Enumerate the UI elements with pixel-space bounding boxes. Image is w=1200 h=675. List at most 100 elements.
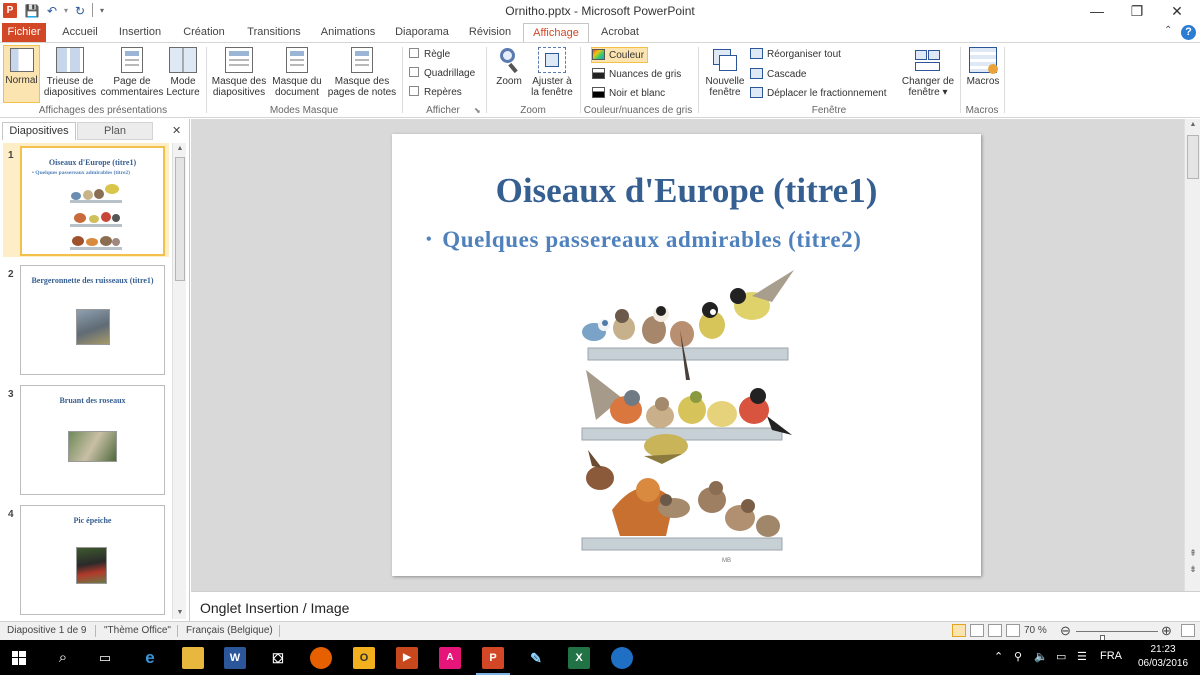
zoom-button[interactable]: Zoom — [491, 45, 527, 103]
battery-icon[interactable]: ▭ — [1056, 650, 1066, 663]
outlook-icon[interactable]: O — [353, 647, 375, 669]
slide-thumbnail-4[interactable]: Pic épeiche — [20, 505, 165, 615]
macros-label: Macros — [966, 76, 1000, 87]
slide-thumbnail-2[interactable]: Bergeronnette des ruisseaux (titre1) — [20, 265, 165, 375]
tab-animations[interactable]: Animations — [316, 23, 380, 43]
task-view-icon[interactable]: ▭ — [94, 647, 116, 669]
grayscale-button[interactable]: Nuances de gris — [592, 67, 681, 83]
theme-name[interactable]: "Thème Office" — [104, 625, 171, 636]
notes-text[interactable]: Onglet Insertion / Image — [200, 600, 349, 616]
color-swatch-icon — [592, 49, 605, 60]
fit-label-2: la fenêtre — [531, 87, 573, 98]
notes-master-button[interactable]: Masque des pages de notes — [326, 45, 398, 103]
tab-acrobat[interactable]: Acrobat — [596, 23, 644, 43]
tab-transitions[interactable]: Transitions — [242, 23, 306, 43]
network-icon[interactable]: ⚲ — [1014, 650, 1022, 663]
show-hidden-icons-icon[interactable]: ⌃ — [994, 650, 1003, 663]
birds-illustration[interactable]: MB — [562, 270, 812, 570]
normal-view-button[interactable]: Normal — [3, 45, 40, 103]
excel-icon[interactable]: X — [568, 647, 590, 669]
slide-master-button[interactable]: Masque des diapositives — [210, 45, 268, 103]
next-slide-icon[interactable]: ⇟ — [1185, 563, 1200, 575]
paint-icon[interactable]: ✎ — [525, 647, 547, 669]
windows-start-icon[interactable] — [12, 651, 26, 665]
acrobat-icon[interactable]: A — [439, 647, 461, 669]
gridlines-checkbox[interactable]: Quadrillage — [409, 67, 475, 81]
dialog-launcher-icon[interactable]: ⬊ — [474, 106, 481, 115]
zoom-percentage[interactable]: 70 % — [1024, 625, 1047, 636]
zoom-in-icon[interactable]: ⊕ — [1161, 623, 1172, 639]
group-label-window: Fenêtre — [811, 105, 847, 116]
volume-icon[interactable]: 🔈 — [1034, 650, 1048, 663]
tab-creation[interactable]: Création — [178, 23, 230, 43]
powerpoint-icon[interactable]: P — [482, 647, 504, 669]
scroll-up-arrow-icon[interactable]: ▲ — [1185, 119, 1200, 131]
move-split-button[interactable]: Déplacer le fractionnement — [750, 86, 887, 102]
tab-fichier[interactable]: Fichier — [2, 23, 46, 43]
reading-view-button[interactable]: Mode Lecture — [165, 45, 201, 103]
tab-accueil[interactable]: Accueil — [56, 23, 104, 43]
fit-slide-status-icon[interactable] — [1181, 624, 1195, 637]
handout-master-icon — [286, 47, 308, 73]
slide-canvas[interactable]: Oiseaux d'Europe (titre1) • Quelques pass… — [392, 134, 981, 576]
checkbox-box — [409, 48, 419, 58]
word-icon[interactable]: W — [224, 647, 246, 669]
previous-slide-icon[interactable]: ⇞ — [1185, 547, 1200, 559]
notes-master-label-1: Masque des — [334, 76, 390, 87]
handout-master-button[interactable]: Masque du document — [270, 45, 324, 103]
notes-pane[interactable]: Onglet Insertion / Image — [191, 591, 1200, 621]
scroll-down-arrow-icon[interactable]: ▼ — [173, 607, 187, 619]
store-icon[interactable]: ⛋ — [267, 647, 289, 669]
slide-thumbnail-1[interactable]: Oiseaux d'Europe (titre1) • Quelques pas… — [20, 146, 165, 256]
normal-view-status-icon[interactable] — [952, 624, 966, 637]
grayscale-swatch-icon — [592, 68, 605, 79]
fit-to-window-button[interactable]: Ajuster à la fenêtre — [529, 45, 575, 103]
scroll-up-arrow-icon[interactable]: ▲ — [173, 143, 187, 155]
tab-insertion[interactable]: Insertion — [114, 23, 166, 43]
firefox-icon[interactable] — [310, 647, 332, 669]
cascade-button[interactable]: Cascade — [750, 67, 806, 83]
close-button[interactable]: ✕ — [1160, 0, 1194, 22]
zoom-slider[interactable] — [1076, 631, 1158, 645]
notifications-icon[interactable]: ☰ — [1077, 650, 1087, 663]
tab-affichage[interactable]: Affichage — [523, 23, 589, 43]
input-language[interactable]: FRA — [1100, 650, 1122, 662]
system-clock[interactable]: 21:23 06/03/2016 — [1133, 643, 1193, 671]
tab-revision[interactable]: Révision — [464, 23, 516, 43]
notes-page-button[interactable]: Page de commentaires — [100, 45, 164, 103]
tab-diapositives[interactable]: Diapositives — [2, 122, 76, 140]
slide-thumbnail-3[interactable]: Bruant des roseaux — [20, 385, 165, 495]
editor-scrollbar[interactable]: ▲ ⇞ ⇟ — [1184, 119, 1200, 591]
macros-button[interactable]: Macros — [964, 45, 1002, 103]
minimize-button[interactable]: — — [1080, 0, 1114, 22]
collapse-ribbon-icon[interactable]: ⌃ — [1164, 25, 1172, 36]
black-white-button[interactable]: Noir et blanc — [592, 86, 665, 102]
media-icon[interactable]: ▶ — [396, 647, 418, 669]
panel-scrollbar[interactable]: ▲ ▼ — [172, 143, 186, 619]
help-icon[interactable]: ? — [1181, 25, 1196, 40]
zoom-out-icon[interactable]: ⊖ — [1060, 623, 1071, 639]
search-icon[interactable]: ⌕ — [52, 647, 74, 669]
close-panel-icon[interactable]: ✕ — [172, 124, 181, 137]
color-button[interactable]: Couleur — [591, 47, 649, 63]
tab-diaporama[interactable]: Diaporama — [392, 23, 452, 43]
thunderbird-icon[interactable] — [611, 647, 633, 669]
tab-plan[interactable]: Plan — [77, 122, 153, 140]
switch-windows-button[interactable]: Changer de fenêtre ▾ — [898, 45, 958, 103]
restore-button[interactable]: ❐ — [1120, 0, 1154, 22]
arrange-all-button[interactable]: Réorganiser tout — [750, 47, 841, 63]
file-explorer-icon[interactable] — [182, 647, 204, 669]
slide-title[interactable]: Oiseaux d'Europe (titre1) — [392, 171, 981, 211]
slide-bullet[interactable]: • Quelques passereaux admirables (titre2) — [426, 227, 862, 253]
language-indicator[interactable]: Français (Belgique) — [186, 625, 273, 636]
ruler-checkbox[interactable]: Règle — [409, 48, 450, 62]
edge-icon[interactable]: e — [139, 647, 161, 669]
reading-view-status-icon[interactable] — [988, 624, 1002, 637]
slideshow-status-icon[interactable] — [1006, 624, 1020, 637]
scroll-thumb[interactable] — [175, 157, 185, 281]
guides-checkbox[interactable]: Repères — [409, 86, 462, 100]
slide-sorter-button[interactable]: Trieuse de diapositives — [42, 45, 98, 103]
scroll-thumb[interactable] — [1187, 135, 1199, 179]
slide-sorter-status-icon[interactable] — [970, 624, 984, 637]
new-window-button[interactable]: Nouvelle fenêtre — [702, 45, 748, 103]
